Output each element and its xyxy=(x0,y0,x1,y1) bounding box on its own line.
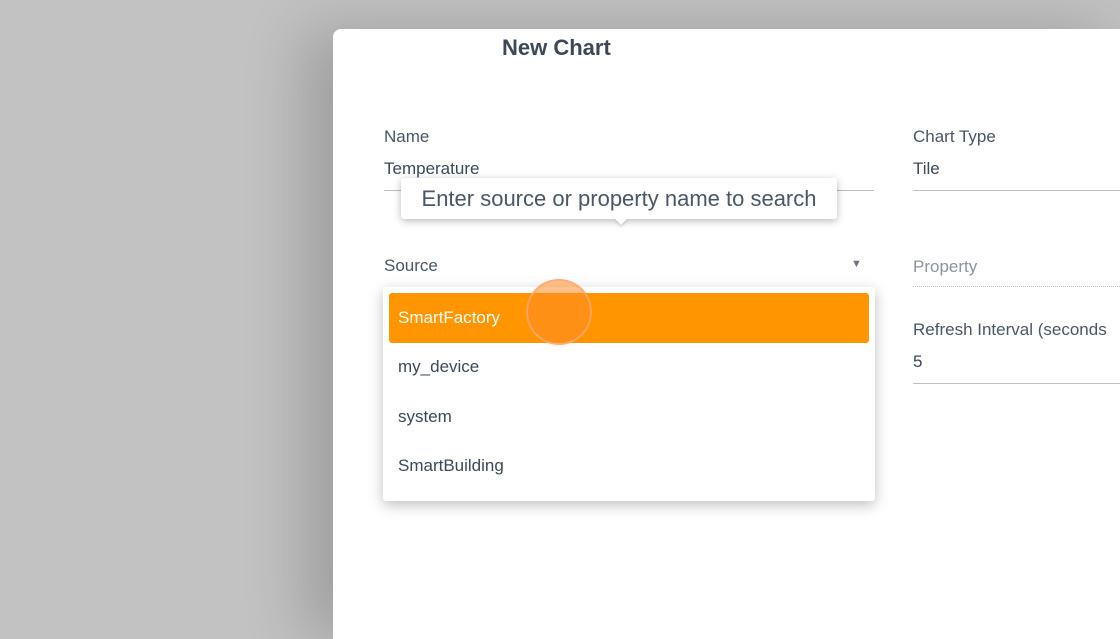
chart-type-label: Chart Type xyxy=(913,127,996,146)
name-input[interactable]: Temperature xyxy=(384,159,479,179)
source-label: Source xyxy=(384,256,438,275)
search-tooltip: Enter source or property name to search xyxy=(401,178,837,219)
refresh-interval-underline xyxy=(913,383,1120,384)
refresh-interval-label: Refresh Interval (seconds xyxy=(913,320,1107,339)
property-underline xyxy=(913,286,1120,287)
property-input[interactable]: Property xyxy=(913,257,977,277)
chart-type-underline xyxy=(913,190,1120,191)
source-option-my-device[interactable]: my_device xyxy=(389,342,869,392)
name-label: Name xyxy=(384,127,430,146)
refresh-interval-input[interactable]: 5 xyxy=(913,352,922,372)
source-option-smartbuilding[interactable]: SmartBuilding xyxy=(389,441,869,491)
caret-down-icon[interactable]: ▼ xyxy=(851,258,862,270)
chart-type-select[interactable]: Tile xyxy=(913,159,940,179)
source-option-system[interactable]: system xyxy=(389,392,869,442)
tooltip-arrow xyxy=(614,218,628,225)
source-option-smartfactory[interactable]: SmartFactory xyxy=(389,293,869,343)
dialog-title-text: New Chart xyxy=(502,35,611,60)
source-dropdown: SmartFactory my_device system SmartBuild… xyxy=(383,287,875,501)
